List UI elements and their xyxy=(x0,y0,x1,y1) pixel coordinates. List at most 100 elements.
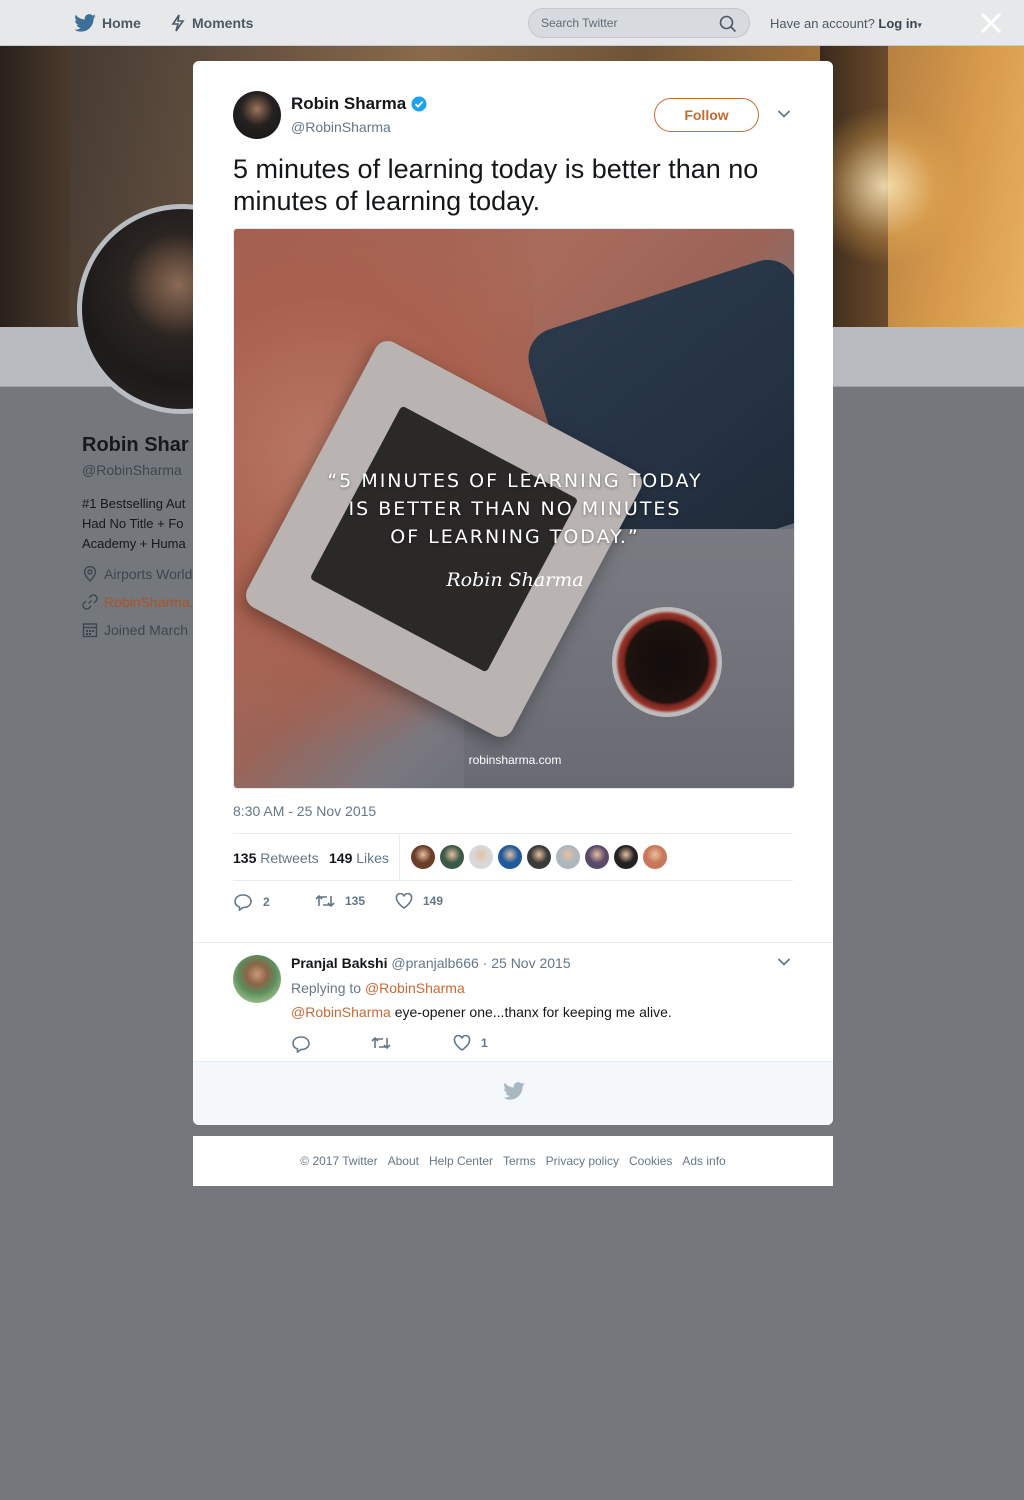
page-footer: © 2017 Twitter About Help Center Terms P… xyxy=(193,1136,833,1186)
retweets-count: 135 xyxy=(233,850,257,866)
bio-line: Academy + Huma xyxy=(82,536,186,551)
profile-joined: Joined March xyxy=(82,622,188,638)
reply-actions: 1 xyxy=(291,1035,591,1055)
footer-link-about[interactable]: About xyxy=(388,1154,419,1168)
have-account-text: Have an account? xyxy=(770,16,875,31)
reply-text: @RobinSharma eye-opener one...thanx for … xyxy=(291,1004,672,1020)
nav-moments[interactable]: Moments xyxy=(170,14,253,32)
liker-avatar[interactable] xyxy=(411,845,435,869)
image-quote: “5 MINUTES OF LEARNING TODAY IS BETTER T… xyxy=(234,467,794,551)
reply-separator: · xyxy=(482,955,488,971)
image-url-text: robinsharma.com xyxy=(468,753,562,767)
footer-link-privacy[interactable]: Privacy policy xyxy=(546,1154,619,1168)
profile-handle: @RobinSharma xyxy=(82,462,182,478)
reply-tweet[interactable]: Pranjal Bakshi @pranjalb666 · 25 Nov 201… xyxy=(193,942,833,1062)
liker-avatar[interactable] xyxy=(556,845,580,869)
like-action[interactable]: 149 xyxy=(395,893,443,909)
bio-line: #1 Bestselling Aut xyxy=(82,496,186,511)
footer-link-ads-info[interactable]: Ads info xyxy=(682,1154,725,1168)
reply-action[interactable]: 2 xyxy=(233,893,270,911)
chevron-down-icon[interactable] xyxy=(777,957,791,967)
likes-count: 149 xyxy=(329,850,353,866)
tweet-timestamp[interactable]: 8:30 AM - 25 Nov 2015 xyxy=(233,803,376,819)
bio-line: Had No Title + Fo xyxy=(82,516,184,531)
retweet-count: 135 xyxy=(345,894,366,908)
profile-website[interactable]: RobinSharma. xyxy=(82,594,194,610)
replying-mention[interactable]: @RobinSharma xyxy=(365,980,465,996)
login-link[interactable]: Log in xyxy=(878,16,917,31)
reply-body: eye-opener one...thanx for keeping me al… xyxy=(394,1004,672,1020)
search-icon[interactable] xyxy=(719,15,737,33)
reply-avatar[interactable] xyxy=(233,955,281,1003)
tweet-image[interactable]: “5 MINUTES OF LEARNING TODAY IS BETTER T… xyxy=(233,228,795,789)
footer-link-help-center[interactable]: Help Center xyxy=(429,1154,493,1168)
modal-footer xyxy=(193,1061,833,1125)
reply-reply-action[interactable] xyxy=(291,1035,321,1053)
image-quote-line: “5 MINUTES OF LEARNING TODAY xyxy=(327,470,703,492)
liker-avatar[interactable] xyxy=(643,845,667,869)
nav-moments-label: Moments xyxy=(192,15,254,31)
liker-avatar[interactable] xyxy=(498,845,522,869)
image-quote-line: IS BETTER THAN NO MINUTES xyxy=(348,498,682,520)
top-navigation: Home Moments Search Twitter Have an acco… xyxy=(0,0,1024,46)
author-name[interactable]: Robin Sharma xyxy=(291,94,406,114)
retweets-label: Retweets xyxy=(260,850,319,866)
liker-avatar[interactable] xyxy=(527,845,551,869)
retweets-stat[interactable]: 135 Retweets xyxy=(233,850,319,866)
chevron-down-icon[interactable] xyxy=(777,109,791,119)
likes-stat[interactable]: 149 Likes xyxy=(329,850,389,866)
twitter-bird-icon xyxy=(74,14,96,32)
website-text[interactable]: RobinSharma. xyxy=(104,594,194,610)
caret-down-icon[interactable]: ▾ xyxy=(917,20,922,30)
link-icon xyxy=(82,594,98,610)
location-pin-icon xyxy=(83,566,97,582)
follow-button[interactable]: Follow xyxy=(654,98,759,132)
liker-avatar[interactable] xyxy=(614,845,638,869)
reply-author-handle[interactable]: @pranjalb666 xyxy=(391,955,478,971)
reply-date[interactable]: 25 Nov 2015 xyxy=(491,955,570,971)
reply-like-count: 1 xyxy=(481,1036,488,1050)
retweet-action[interactable]: 135 xyxy=(315,893,365,909)
close-icon[interactable] xyxy=(978,10,1004,36)
author-handle[interactable]: @RobinSharma xyxy=(291,119,391,135)
lightning-icon xyxy=(171,14,185,32)
twitter-bird-icon xyxy=(503,1082,525,1100)
profile-bio: #1 Bestselling Aut Had No Title + Fo Aca… xyxy=(82,494,186,554)
location-text: Airports World xyxy=(104,566,193,582)
author-avatar[interactable] xyxy=(233,91,281,139)
retweet-icon xyxy=(315,894,335,908)
reply-author-name[interactable]: Pranjal Bakshi xyxy=(291,955,388,971)
liker-avatar[interactable] xyxy=(585,845,609,869)
profile-name: Robin Shar xyxy=(82,434,189,456)
reply-icon xyxy=(292,1036,310,1053)
replying-to: Replying to @RobinSharma xyxy=(291,980,465,996)
likes-label: Likes xyxy=(356,850,389,866)
verified-badge-icon xyxy=(411,96,427,112)
author-name-row[interactable]: Robin Sharma xyxy=(291,94,427,114)
reply-icon xyxy=(234,894,252,911)
tweet-modal: Robin Sharma @RobinSharma Follow 5 minut… xyxy=(193,61,833,1125)
replying-prefix: Replying to xyxy=(291,980,362,996)
joined-text: Joined March xyxy=(104,622,189,638)
tweet-text: 5 minutes of learning today is better th… xyxy=(233,154,759,216)
reply-mention[interactable]: @RobinSharma xyxy=(291,1004,391,1020)
login-prompt: Have an account? Log in▾ xyxy=(770,16,922,31)
search-input[interactable]: Search Twitter xyxy=(528,8,750,38)
search-placeholder: Search Twitter xyxy=(541,16,618,30)
heart-icon xyxy=(395,893,413,909)
reply-retweet-action[interactable] xyxy=(371,1035,401,1051)
nav-home-label: Home xyxy=(102,15,141,31)
footer-link-terms[interactable]: Terms xyxy=(503,1154,536,1168)
liker-avatar[interactable] xyxy=(440,845,464,869)
footer-link-cookies[interactable]: Cookies xyxy=(629,1154,672,1168)
liker-avatar[interactable] xyxy=(469,845,493,869)
reply-header: Pranjal Bakshi @pranjalb666 · 25 Nov 201… xyxy=(291,955,571,971)
footer-copyright: © 2017 Twitter xyxy=(300,1154,378,1168)
image-signature: Robin Sharma xyxy=(446,569,584,591)
heart-icon xyxy=(453,1035,471,1051)
like-count: 149 xyxy=(423,894,444,908)
tweet-actions: 2 135 149 xyxy=(233,893,533,917)
liker-avatars xyxy=(411,845,672,869)
reply-like-action[interactable]: 1 xyxy=(453,1035,488,1051)
nav-home[interactable]: Home xyxy=(74,14,141,32)
